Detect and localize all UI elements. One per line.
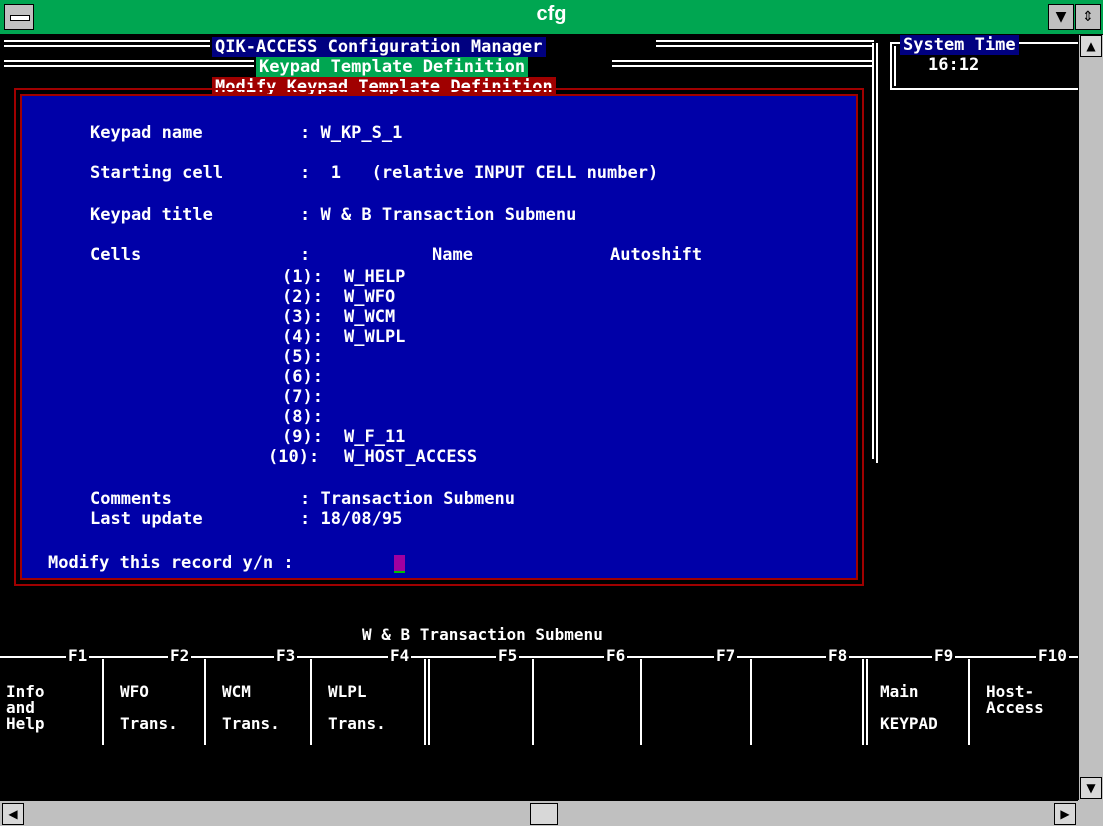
cell-index: (8): [282,407,323,427]
record-input-cursor[interactable] [394,555,405,571]
system-time-value: 16:12 [928,55,980,75]
cell-name: W_WFO [344,287,396,307]
keypad-name-label: Keypad name [90,123,203,143]
cell-index: (7): [282,387,323,407]
keypad-divider [750,659,752,745]
scroll-left-icon[interactable]: ◀ [2,803,24,825]
comments-label: Comments [90,489,172,509]
function-key-f6-button[interactable] [534,671,642,771]
function-key-f1-label: F1 [66,646,90,665]
system-time-rule-bottom [890,88,1078,90]
comments-value: : Transaction Submenu [300,489,515,509]
frame-right-edge [872,43,874,459]
keypad-title: W & B Transaction Submenu [362,625,603,644]
system-time-label: System Time [900,35,1019,55]
keypad-divider [862,659,864,745]
function-key-text: Access [986,698,1044,717]
restore-icon[interactable]: ⇕ [1075,4,1101,30]
cell-index: (3): [282,307,323,327]
function-key-f7-button[interactable] [642,671,752,771]
column-name-header: Name [432,245,473,265]
keypad-title-label: Keypad title [90,205,213,225]
function-key-f10-label: F10 [1036,646,1069,665]
function-key-f3-label: F3 [274,646,298,665]
function-key-text: Trans. [328,714,386,733]
header-rule-right [656,40,874,47]
function-key-text: Main [880,682,919,701]
cell-name: W_HOST_ACCESS [344,447,478,467]
function-key-f8-button[interactable] [752,671,864,771]
cell-index: (5): [282,347,323,367]
terminal-screen: QIK-ACCESS Configuration Manager Keypad … [0,35,1078,800]
function-key-f8-label: F8 [826,646,850,665]
cell-index: (4): [282,327,323,347]
starting-cell-label: Starting cell [90,163,224,183]
cell-index: (9): [282,427,323,447]
function-key-text: Trans. [222,714,280,733]
frame-right-edge-2 [876,43,878,463]
function-key-f5-label: F5 [496,646,520,665]
vertical-scrollbar[interactable]: ▲ ▼ [1078,35,1103,800]
keypad-divider [532,659,534,745]
cell-name: W_WCM [344,307,396,327]
app-title: QIK-ACCESS Configuration Manager [212,37,546,57]
keypad-divider [310,659,312,745]
column-autoshift-header: Autoshift [610,245,703,265]
cell-index: (1): [282,267,323,287]
scroll-right-icon[interactable]: ▶ [1054,803,1076,825]
keypad-divider [640,659,642,745]
cell-index: (6): [282,367,323,387]
keypad-divider [102,659,104,745]
keypad-divider [866,659,868,745]
scroll-corner [1078,800,1103,826]
starting-cell-value: : 1 (relative INPUT CELL number) [300,163,659,183]
function-key-f7-label: F7 [714,646,738,665]
last-update-value: : 18/08/95 [300,509,403,529]
minimize-icon[interactable]: ▼ [1048,4,1074,30]
function-key-f4-label: F4 [388,646,412,665]
cell-name: W_HELP [344,267,406,287]
keypad-rule [0,656,1078,658]
function-key-f6-label: F6 [604,646,628,665]
horizontal-scrollbar[interactable]: ◀ ▶ [0,800,1078,826]
keypad-divider [428,659,430,745]
cell-index: (2): [282,287,323,307]
function-key-text: WFO [120,682,149,701]
header-rule-left-2 [4,60,254,67]
function-key-f2-label: F2 [168,646,192,665]
scroll-down-icon[interactable]: ▼ [1080,777,1102,799]
cells-colon: : [300,245,311,265]
function-key-text: WCM [222,682,251,701]
scroll-up-icon[interactable]: ▲ [1080,35,1102,57]
scroll-thumb[interactable] [530,803,558,825]
function-key-text: Trans. [120,714,178,733]
function-key-f9-label: F9 [932,646,956,665]
cells-label: Cells [90,245,142,265]
cell-name: W_F_11 [344,427,406,447]
header-rule-right-2 [612,60,874,67]
keypad-name-value: : W_KP_S_1 [300,123,403,143]
cursor-underline [394,571,405,573]
function-key-text: WLPL [328,682,367,701]
keypad-divider [968,659,970,745]
cell-name: W_WLPL [344,327,406,347]
keypad-divider [204,659,206,745]
screen-subtitle: Keypad Template Definition [256,57,529,77]
last-update-label: Last update [90,509,203,529]
window-title: cfg [536,3,567,25]
function-key-text: KEYPAD [880,714,938,733]
keypad-title-value: : W & B Transaction Submenu [300,205,577,225]
modify-prompt: Modify this record y/n : [48,553,294,573]
window-title-bar: cfg ▼ ⇕ [0,0,1103,35]
keypad-divider [424,659,426,745]
header-rule-left [4,40,210,47]
cell-index: (10): [268,447,320,467]
function-key-f5-button[interactable] [426,671,534,771]
function-key-text: Help [6,714,45,733]
